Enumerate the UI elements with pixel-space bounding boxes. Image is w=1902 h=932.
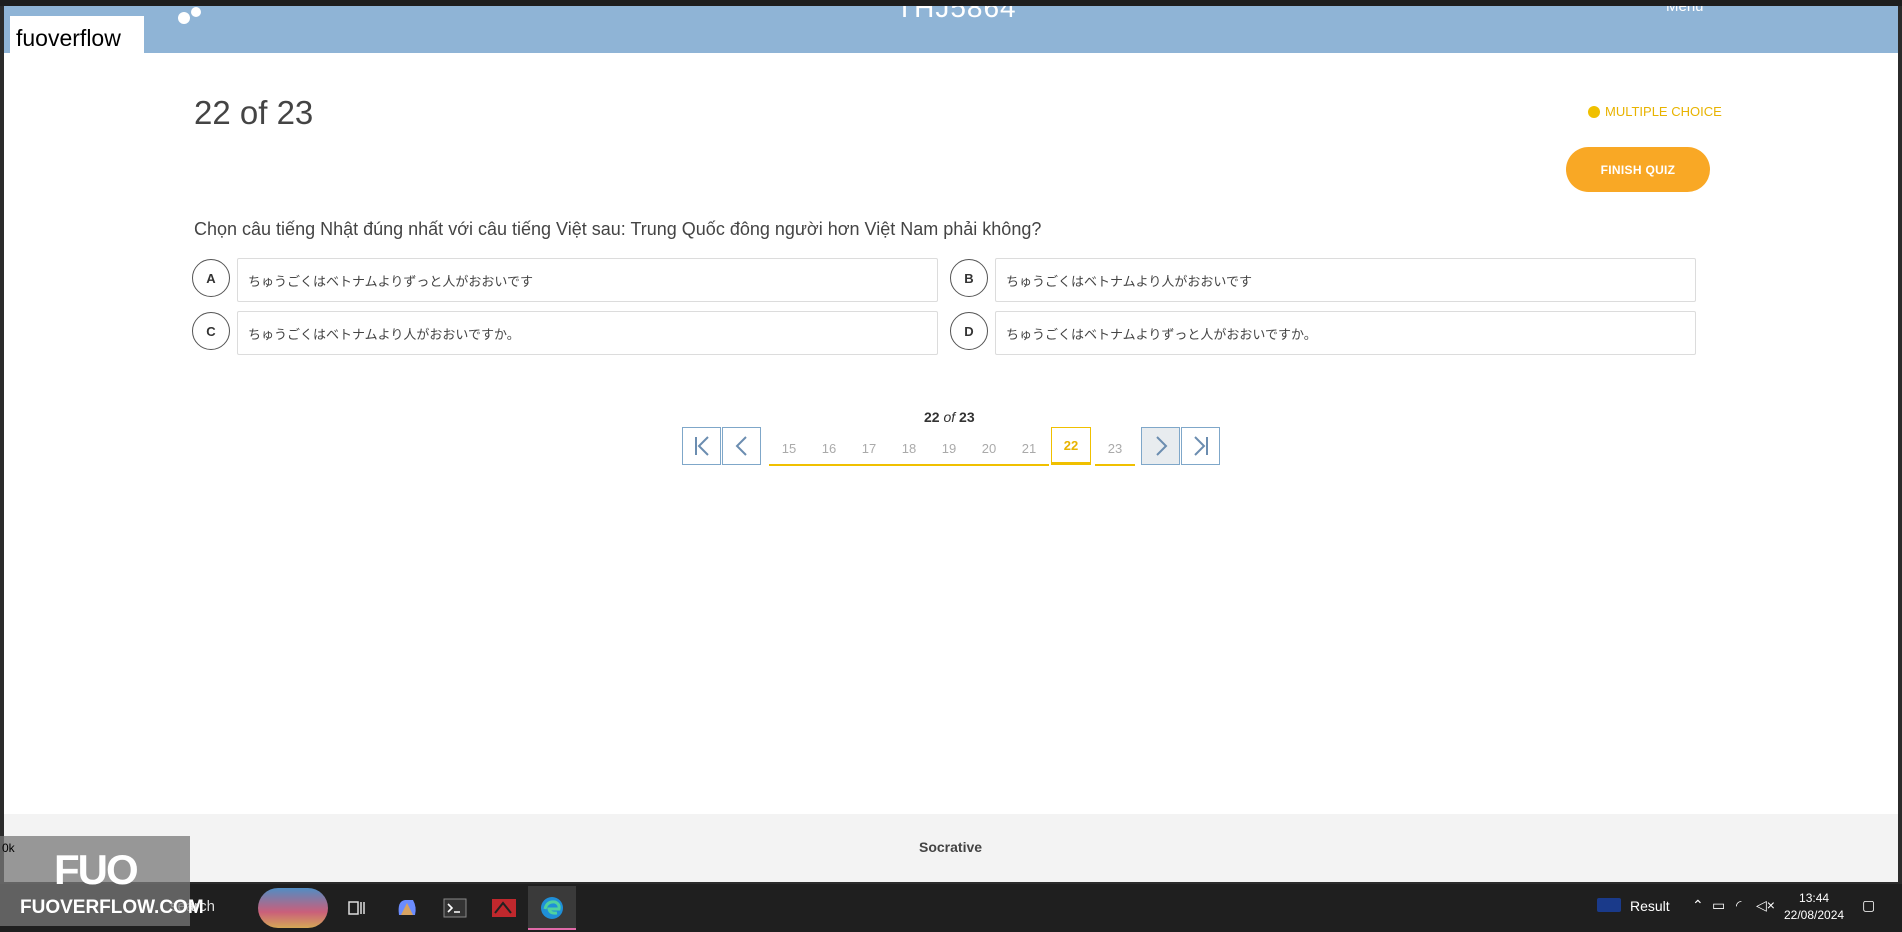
red-app-icon[interactable] [488,893,520,923]
page-22-active[interactable]: 22 [1051,427,1091,465]
edge-icon[interactable] [536,893,568,923]
menu-button[interactable]: Menu [1666,6,1704,15]
clock-date: 22/08/2024 [1784,908,1845,922]
mlb-logo-icon [1597,898,1621,912]
battery-icon[interactable]: ▭ [1712,897,1725,914]
status-dot-icon [1588,105,1600,118]
option-b-answer[interactable]: ちゅうごくはベトナムより人がおおいです [995,258,1696,302]
taskbar-clock[interactable]: 13:44 22/08/2024 [1784,890,1844,924]
pager-total: 23 [959,409,975,425]
last-page-button[interactable] [1181,427,1220,465]
taskbar-result-label[interactable]: Result [1630,898,1670,914]
copilot-icon[interactable] [391,893,423,923]
brand-label: fuoverflow [16,25,121,51]
pager-current: 22 [924,409,940,425]
page-17[interactable]: 17 [849,433,889,466]
app-logo-icon [178,7,201,24]
chevron-right-icon [1155,436,1167,456]
prev-page-button[interactable] [722,427,761,465]
watermark-logo: FUO [54,846,139,893]
last-page-icon [1193,436,1208,456]
question-text: Chọn câu tiếng Nhật đúng nhất với câu ti… [194,219,1042,239]
option-c-letter[interactable]: C [192,312,230,350]
task-view-icon[interactable] [340,893,372,923]
question-type-badge: MULTIPLE CHOICE [1588,104,1722,119]
page-20[interactable]: 20 [969,433,1009,466]
page-15[interactable]: 15 [769,433,809,466]
first-page-icon [694,436,709,456]
pager-count: 22 of 23 [924,409,975,425]
chevron-left-icon [735,436,747,456]
question-type-label: MULTIPLE CHOICE [1605,104,1722,119]
terminal-icon[interactable] [439,893,471,923]
first-page-button[interactable] [682,427,721,465]
browser-page: THJ5864 Menu 22 of 23 MULTIPLE CHOICE FI… [4,6,1898,882]
page-23[interactable]: 23 [1095,433,1135,466]
speaker-muted-icon[interactable]: ◁× [1756,897,1775,914]
next-page-button[interactable] [1141,427,1180,465]
option-a-answer[interactable]: ちゅうごくはベトナムよりずっと人がおおいです [237,258,938,302]
notifications-icon[interactable]: ▢ [1862,897,1875,914]
clock-time: 13:44 [1799,891,1830,905]
option-b-letter[interactable]: B [950,259,988,297]
room-title: THJ5864 [896,6,1017,23]
watermark-text: FUOVERFLOW.COM [20,897,204,918]
footer-brand: Socrative [919,839,983,855]
option-d-answer[interactable]: ちゅうごくはベトナムよりずっと人がおおいですか。 [995,311,1696,355]
page-18[interactable]: 18 [889,433,929,466]
page-16[interactable]: 16 [809,433,849,466]
page-21[interactable]: 21 [1009,433,1049,466]
wifi-icon[interactable]: ◜ [1736,897,1741,914]
pager-of: of [943,409,956,425]
finish-quiz-button[interactable]: FINISH QUIZ [1566,147,1710,192]
show-hidden-icons-chevron-up-icon[interactable]: ⌃ [1692,897,1704,914]
question-counter: 22 of 23 [194,94,314,131]
option-a-letter[interactable]: A [192,259,230,297]
search-highlight-image [258,888,328,928]
watermark-ok-label: 0k [2,841,15,855]
page-19[interactable]: 19 [929,433,969,466]
option-c-answer[interactable]: ちゅうごくはベトナムより人がおおいですか。 [237,311,938,355]
option-d-letter[interactable]: D [950,312,988,350]
app-header: THJ5864 Menu [4,6,1898,53]
